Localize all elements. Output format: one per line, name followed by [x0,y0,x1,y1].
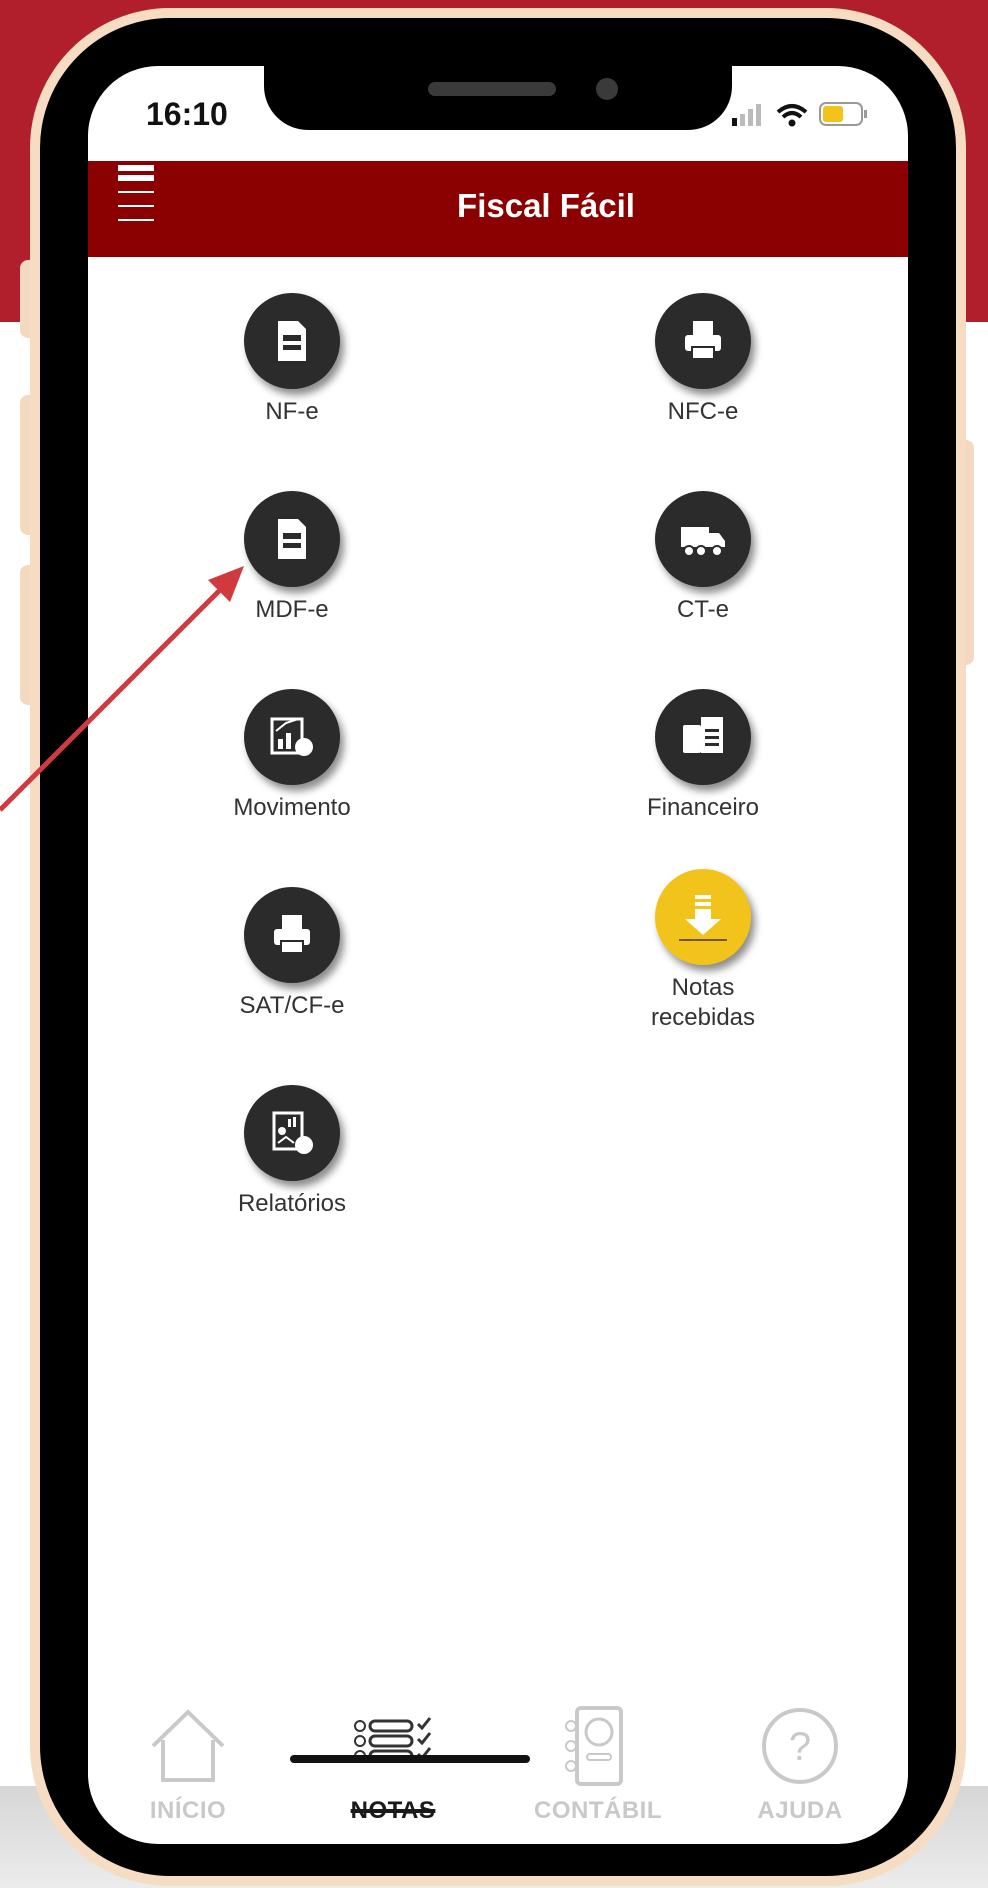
tile-label: CT-e [676,596,729,623]
bottom-tab-bar: INÍCIO NOTAS CONTÁBIL ? AJUDA [88,1706,908,1844]
tile-label: Relatórios [237,1190,347,1217]
phone-notch [264,66,732,130]
tile-label: NFC-e [667,398,739,425]
status-time: 16:10 [146,96,228,132]
phone-screen: 16:10 Fiscal Fácil NF-e NFC-e MDF-e CT-e… [88,66,908,1844]
tab-ajuda[interactable]: ? AJUDA [720,1706,880,1825]
wifi-icon [776,104,808,127]
nfe-document-icon [244,293,340,389]
tile-label: Financeiro [646,794,760,821]
status-icons [732,100,872,127]
battery-icon [819,102,867,126]
app-bar: Fiscal Fácil [88,161,908,257]
tile-sat-cfe[interactable]: SAT/CF-e [182,887,402,1021]
tile-financeiro[interactable]: Financeiro [593,689,813,823]
annotation-arrow-icon [0,566,244,812]
download-icon [655,869,751,965]
front-camera [596,78,618,100]
svg-text:?: ? [789,1725,811,1769]
cte-truck-icon [655,491,751,587]
tab-label: CONTÁBIL [534,1797,662,1824]
tile-label: SAT/CF-e [239,992,345,1019]
tile-notas-recebidas[interactable]: Notas recebidas [593,869,813,1033]
tab-label: INÍCIO [149,1797,227,1824]
tab-notas[interactable]: NOTAS [313,1706,473,1825]
accounting-book-icon [565,1706,623,1786]
tile-nfe[interactable]: NF-e [182,293,402,427]
tile-relatorios[interactable]: Relatórios [182,1085,402,1219]
sat-printer-icon [244,887,340,983]
tile-label: Notas recebidas [650,974,756,1031]
tab-inicio[interactable]: INÍCIO [108,1706,268,1825]
app-title: Fiscal Fácil [457,187,635,224]
tab-label: AJUDA [757,1797,843,1824]
home-indicator [290,1755,530,1763]
signal-icon [732,104,761,126]
help-icon: ? [762,1708,838,1784]
tile-label: NF-e [265,398,319,425]
nfce-printer-icon [655,293,751,389]
tile-nfce[interactable]: NFC-e [593,293,813,427]
reports-icon [244,1085,340,1181]
tab-contabil[interactable]: CONTÁBIL [518,1706,678,1825]
financial-calculator-icon [655,689,751,785]
list-check-icon [354,1717,432,1763]
tile-cte[interactable]: CT-e [593,491,813,625]
notch-speaker [428,82,556,96]
home-icon [151,1709,225,1782]
tab-label: NOTAS [350,1797,436,1824]
